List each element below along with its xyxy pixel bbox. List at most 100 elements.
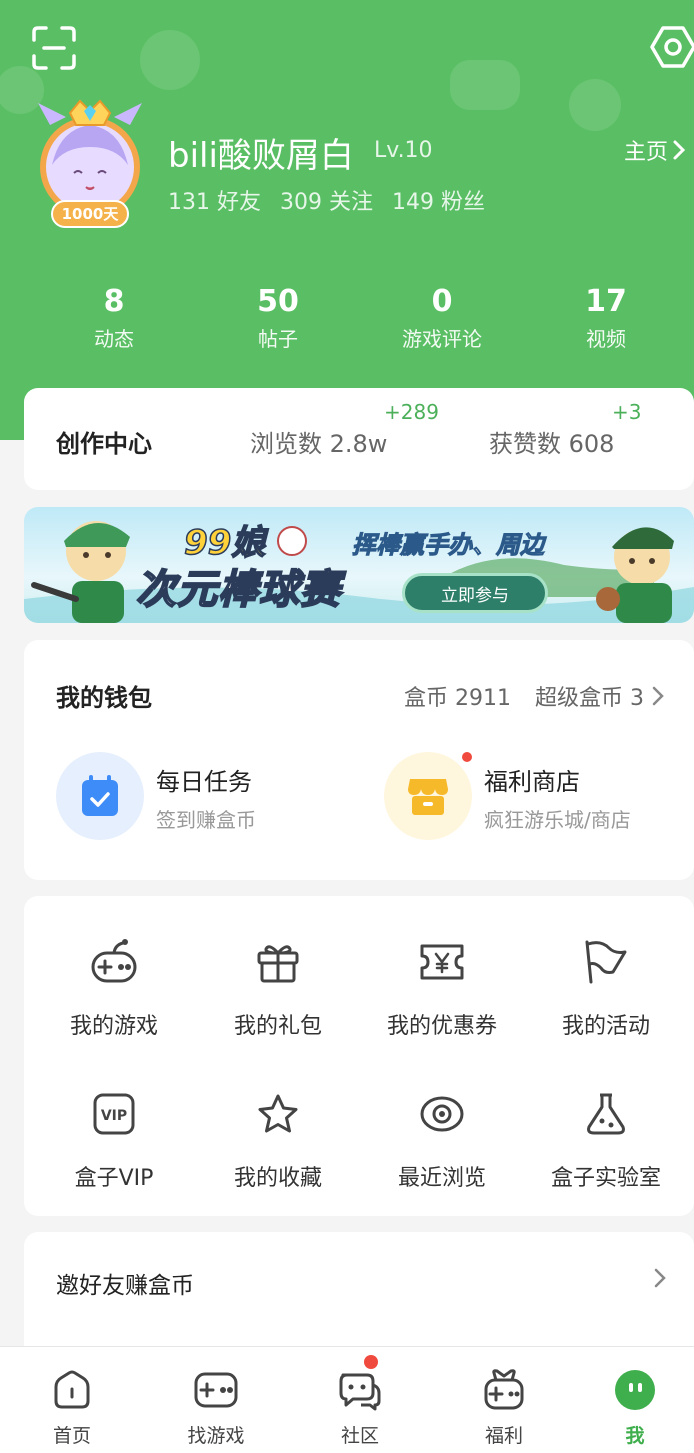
invite-friends-row[interactable]: 邀好友赚盒币: [24, 1232, 694, 1362]
recent-views-button[interactable]: 最近浏览: [360, 1086, 524, 1192]
homepage-link[interactable]: 主页: [624, 134, 686, 166]
my-gifts-button[interactable]: 我的礼包: [196, 934, 360, 1040]
tab-me[interactable]: 我: [576, 1347, 694, 1453]
username: bili酸败屑白: [168, 136, 354, 176]
grid-label: 盒子VIP: [74, 1166, 154, 1191]
chevron-right-icon: [652, 686, 664, 706]
likes-metric: 获赞数 608: [489, 430, 615, 458]
homepage-label: 主页: [623, 140, 668, 165]
settings-icon: [650, 26, 694, 68]
invite-label: 邀好友赚盒币: [56, 1273, 194, 1299]
tab-label: 首页: [52, 1425, 91, 1447]
home-icon: [54, 1370, 90, 1409]
coins-balance: 盒币 2911: [404, 686, 511, 711]
wallet-title: 我的钱包: [56, 684, 152, 712]
grid-label: 我的收藏: [233, 1166, 322, 1191]
vip-icon: VIP: [93, 1093, 135, 1135]
creator-center-title: 创作中心: [56, 430, 152, 458]
gamepad-icon: [91, 939, 137, 983]
stat-game-reviews[interactable]: 0 游戏评论: [360, 282, 524, 356]
decor-pattern-icon: [450, 60, 520, 110]
gift-icon: [257, 945, 299, 983]
feature-grid-card: 我的游戏 我的礼包 我的优惠券 我的活动 VIP 盒子VIP 我的收藏 最近浏览…: [24, 896, 694, 1216]
flag-icon: [585, 940, 627, 984]
welfare-shop-button[interactable]: 福利商店 疯狂游乐城/商店: [384, 752, 684, 842]
daily-task-subtitle: 签到赚盒币: [156, 808, 256, 832]
stat-value: 17: [585, 284, 627, 319]
daily-task-button[interactable]: 每日任务 签到赚盒币: [56, 752, 356, 842]
grid-label: 我的优惠券: [386, 1014, 497, 1039]
welfare-shop-icon-circle: [384, 752, 472, 840]
tab-community[interactable]: 社区: [288, 1347, 432, 1453]
me-icon: [615, 1370, 655, 1410]
settings-button[interactable]: [650, 24, 694, 74]
tab-welfare[interactable]: 福利: [432, 1347, 576, 1453]
views-metric: 浏览数 2.8w: [250, 430, 388, 458]
svg-text:VIP: VIP: [101, 1108, 127, 1124]
eye-icon: [420, 1096, 464, 1132]
flask-icon: [587, 1093, 625, 1135]
scan-button[interactable]: [32, 26, 76, 74]
stats-row: 8 动态 50 帖子 0 游戏评论 17 视频: [0, 282, 694, 356]
tab-label: 福利: [484, 1425, 523, 1447]
calendar-check-icon: [82, 775, 118, 816]
welfare-shop-title: 福利商店: [484, 768, 580, 796]
stat-value: 0: [431, 284, 453, 319]
stat-label: 视频: [586, 327, 626, 351]
coupon-icon: [420, 944, 464, 980]
wallet-balance-link[interactable]: 盒币 2911 超级盒币 3: [404, 680, 664, 712]
my-favorites-button[interactable]: 我的收藏: [196, 1086, 360, 1192]
stat-value: 50: [257, 284, 299, 319]
wallet-card: 我的钱包 盒币 2911 超级盒币 3 每日任务 签到赚盒币 福利商店 疯狂游乐…: [24, 640, 694, 880]
super-coins-balance: 超级盒币 3: [535, 686, 644, 711]
star-icon: [258, 1094, 298, 1133]
tab-find-games[interactable]: 找游戏: [144, 1347, 288, 1453]
scan-icon: [32, 26, 76, 70]
banner-subtitle: 挥棒赢手办、周边: [352, 531, 545, 560]
decor-pattern-icon: [569, 79, 621, 131]
grid-label: 我的礼包: [233, 1014, 322, 1039]
friends-count[interactable]: 131 好友: [168, 190, 261, 215]
tab-label: 社区: [340, 1425, 379, 1447]
stat-value: 8: [103, 284, 125, 319]
my-games-button[interactable]: 我的游戏: [32, 934, 196, 1040]
banner-join-button[interactable]: 立即参与: [402, 573, 548, 613]
avatar-badge: 1000天: [61, 205, 119, 223]
following-count[interactable]: 309 关注: [280, 190, 373, 215]
grid-label: 我的游戏: [69, 1014, 158, 1039]
fans-count[interactable]: 149 粉丝: [392, 190, 485, 215]
stat-videos[interactable]: 17 视频: [524, 282, 688, 356]
my-coupons-button[interactable]: 我的优惠券: [360, 934, 524, 1040]
level-badge: Lv.10: [374, 138, 433, 163]
chevron-right-icon: [673, 140, 686, 160]
creator-center-card[interactable]: 创作中心 浏览数 2.8w +289 获赞数 608 +3: [24, 388, 694, 490]
grid-label: 我的活动: [561, 1014, 650, 1039]
event-banner[interactable]: 99娘 次元棒球赛 挥棒赢手办、周边 立即参与: [24, 507, 694, 623]
shop-icon: [408, 779, 448, 815]
stat-label: 游戏评论: [402, 327, 482, 351]
grid-label: 最近浏览: [397, 1166, 486, 1191]
stat-threads[interactable]: 50 帖子: [196, 282, 360, 356]
chevron-right-icon: [654, 1268, 666, 1288]
notification-dot: [462, 752, 472, 762]
avatar[interactable]: 1000天: [30, 95, 150, 235]
likes-delta: +3: [612, 400, 642, 424]
box-vip-button[interactable]: VIP 盒子VIP: [32, 1086, 196, 1192]
grid-label: 盒子实验室: [550, 1166, 661, 1191]
stat-posts-dynamic[interactable]: 8 动态: [32, 282, 196, 356]
views-delta: +289: [384, 400, 439, 424]
daily-task-icon-circle: [56, 752, 144, 840]
decor-pattern-icon: [140, 30, 200, 90]
tab-home[interactable]: 首页: [0, 1347, 144, 1453]
tab-label: 找游戏: [187, 1425, 245, 1447]
notification-dot: [364, 1355, 378, 1369]
welfare-shop-subtitle: 疯狂游乐城/商店: [484, 808, 631, 832]
my-activities-button[interactable]: 我的活动: [524, 934, 688, 1040]
box-lab-button[interactable]: 盒子实验室: [524, 1086, 688, 1192]
stat-label: 动态: [94, 327, 134, 351]
gift-box-icon: [484, 1369, 524, 1410]
stat-label: 帖子: [258, 327, 298, 351]
social-counts: 131 好友 309 关注 149 粉丝: [168, 184, 497, 216]
gamepad-icon: [194, 1372, 238, 1408]
bottom-tab-bar: 首页 找游戏 社区 福利 我: [0, 1346, 694, 1453]
